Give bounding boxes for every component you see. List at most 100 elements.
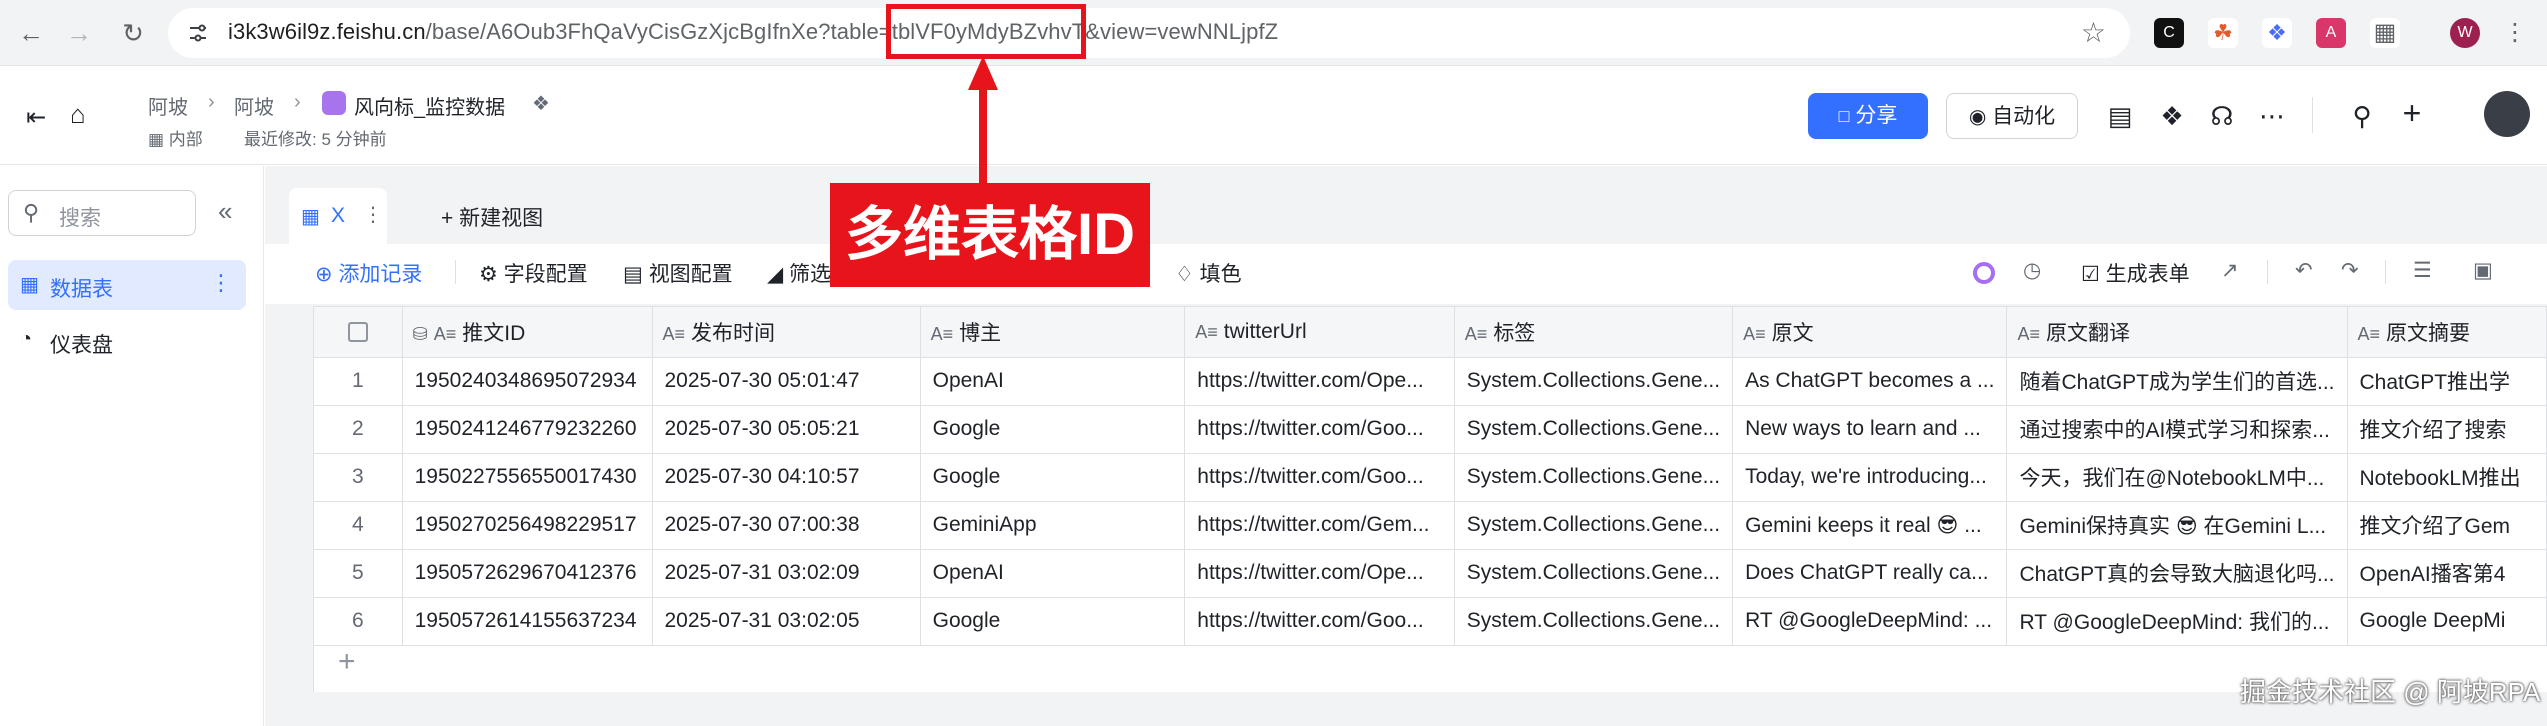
table-cell[interactable]: 推文介绍了搜索 — [2347, 405, 2547, 454]
breadcrumb-1[interactable]: 阿坡 — [148, 91, 188, 120]
table-cell[interactable]: Gemini keeps it real 😎 ... — [1732, 501, 2008, 550]
table-cell[interactable]: OpenAI — [920, 549, 1186, 598]
table-cell[interactable]: System.Collections.Gene... — [1454, 501, 1734, 550]
sidebar-search-input[interactable]: ⚲ 搜索 — [8, 190, 196, 236]
table-cell[interactable]: Google — [920, 453, 1186, 502]
browser-menu-icon[interactable]: ⋮ — [2500, 18, 2530, 48]
table-cell[interactable]: OpenAI — [920, 357, 1186, 406]
more-icon[interactable]: ⋯ — [2256, 101, 2288, 132]
select-all-checkbox[interactable] — [347, 322, 368, 343]
add-icon[interactable]: + — [2396, 95, 2428, 132]
table-cell[interactable]: 通过搜索中的AI模式学习和探索... — [2006, 405, 2348, 454]
table-cell[interactable]: https://twitter.com/Gem... — [1184, 501, 1455, 550]
table-cell[interactable]: 1950572629670412376 — [402, 549, 653, 598]
fill-color-button[interactable]: ♢ 填色 — [1175, 258, 1242, 288]
table-cell[interactable]: 1950241246779232260 — [402, 405, 653, 454]
notification-bell-icon[interactable]: ☊ — [2206, 101, 2238, 132]
table-row[interactable]: 3 1950227556550017430 2025-07-30 04:10:5… — [314, 453, 2547, 502]
undo-icon[interactable]: ↶ — [2295, 258, 2313, 283]
tab-view-x[interactable]: ▦ X ⋮ — [289, 188, 387, 244]
extension-translate-icon[interactable]: ☘ — [2208, 18, 2238, 48]
pin-icon[interactable]: ❖ — [532, 91, 550, 116]
profile-avatar[interactable]: W — [2450, 18, 2480, 48]
table-cell[interactable]: Google — [920, 405, 1186, 454]
table-cell[interactable]: ChatGPT真的会导致大脑退化吗... — [2006, 549, 2348, 598]
table-cell[interactable]: System.Collections.Gene... — [1454, 597, 1734, 646]
address-bar[interactable]: i3k3w6il9z.feishu.cn/base/A6Oub3FhQaVyCi… — [168, 8, 2130, 58]
table-cell[interactable]: System.Collections.Gene... — [1454, 357, 1734, 406]
table-cell[interactable]: Does ChatGPT really ca... — [1732, 549, 2008, 598]
add-record-button[interactable]: ⊕ 添加记录 — [315, 258, 422, 288]
comment-icon[interactable]: ▣ — [2473, 258, 2493, 283]
plugin-icon[interactable]: ❖ — [2156, 101, 2188, 132]
sidebar-item-dashboard[interactable]: ◔ 仪表盘 — [8, 316, 246, 366]
generate-form-button[interactable]: ☑ 生成表单 — [2081, 258, 2190, 288]
column-header[interactable]: A≡ 原文摘要 — [2347, 307, 2547, 358]
ai-assistant-icon[interactable] — [1973, 262, 1995, 284]
table-cell[interactable]: RT @GoogleDeepMind: 我们的... — [2006, 597, 2348, 646]
table-row[interactable]: 5 1950572629670412376 2025-07-31 03:02:0… — [314, 549, 2547, 598]
table-cell[interactable]: 推文介绍了Gem — [2347, 501, 2547, 550]
forward-icon[interactable]: → — [62, 16, 96, 50]
table-cell[interactable]: ChatGPT推出学 — [2347, 357, 2547, 406]
table-cell[interactable]: OpenAI播客第4 — [2347, 549, 2547, 598]
table-cell[interactable]: https://twitter.com/Goo... — [1184, 597, 1455, 646]
table-row[interactable]: 1 1950240348695072934 2025-07-30 05:01:4… — [314, 357, 2547, 406]
table-cell[interactable]: GeminiApp — [920, 501, 1186, 550]
table-row[interactable]: 6 1950572614155637234 2025-07-31 03:02:0… — [314, 597, 2547, 646]
search-icon[interactable]: ⚲ — [2346, 101, 2378, 132]
column-header[interactable]: A≡ 原文 — [1732, 307, 2008, 358]
reload-icon[interactable]: ↻ — [116, 16, 150, 50]
table-cell[interactable]: Google — [920, 597, 1186, 646]
table-cell[interactable]: 随着ChatGPT成为学生们的首选... — [2006, 357, 2348, 406]
user-avatar[interactable] — [2484, 91, 2530, 137]
column-header[interactable]: A≡ 标签 — [1454, 307, 1734, 358]
extension-c-icon[interactable]: C — [2154, 18, 2184, 48]
search-records-icon[interactable]: ☰ — [2413, 258, 2432, 283]
table-cell[interactable]: 2025-07-30 07:00:38 — [652, 501, 921, 550]
table-row[interactable]: 2 1950241246779232260 2025-07-30 05:05:2… — [314, 405, 2547, 454]
column-header[interactable]: A≡ twitterUrl — [1184, 307, 1455, 358]
site-settings-icon[interactable] — [186, 21, 210, 45]
table-cell[interactable]: System.Collections.Gene... — [1454, 549, 1734, 598]
extensions-puzzle-icon[interactable]: ▦ — [2370, 18, 2400, 48]
table-cell[interactable]: https://twitter.com/Goo... — [1184, 405, 1455, 454]
table-cell[interactable]: Today, we're introducing... — [1732, 453, 2008, 502]
column-header[interactable]: ⛁ A≡ 推文ID — [402, 307, 653, 358]
back-icon[interactable]: ← — [14, 16, 48, 50]
extension-assistant-icon[interactable]: ❖ — [2262, 18, 2292, 48]
new-view-button[interactable]: + 新建视图 — [441, 202, 543, 232]
bookmark-star-icon[interactable]: ☆ — [2081, 16, 2106, 49]
table-cell[interactable]: RT @GoogleDeepMind: ... — [1732, 597, 2008, 646]
table-cell[interactable]: NotebookLM推出 — [2347, 453, 2547, 502]
redo-icon[interactable]: ↷ — [2341, 258, 2359, 283]
table-cell[interactable]: Google DeepMi — [2347, 597, 2547, 646]
share-view-icon[interactable]: ↗ — [2221, 258, 2239, 283]
column-header[interactable]: A≡ 发布时间 — [652, 307, 921, 358]
table-cell[interactable]: New ways to learn and ... — [1732, 405, 2008, 454]
table-cell[interactable]: 2025-07-30 04:10:57 — [652, 453, 921, 502]
table-cell[interactable]: As ChatGPT becomes a ... — [1732, 357, 2008, 406]
history-icon[interactable]: ◷ — [2023, 258, 2041, 283]
table-cell[interactable]: 2025-07-31 03:02:09 — [652, 549, 921, 598]
column-header[interactable]: A≡ 原文翻译 — [2006, 307, 2348, 358]
table-cell[interactable]: https://twitter.com/Ope... — [1184, 357, 1455, 406]
filter-button[interactable]: ◢ 筛选 — [767, 258, 831, 288]
add-row-icon[interactable]: + — [338, 645, 356, 679]
table-cell[interactable]: Gemini保持真实 😎 在Gemini L... — [2006, 501, 2348, 550]
column-header[interactable]: A≡ 博主 — [920, 307, 1186, 358]
automation-button[interactable]: ◉ 自动化 — [1946, 93, 2078, 139]
extension-dict-icon[interactable]: A — [2316, 18, 2346, 48]
table-row[interactable]: 4 1950270256498229517 2025-07-30 07:00:3… — [314, 501, 2547, 550]
collapse-sidebar-icon[interactable]: ⇤ — [26, 103, 46, 132]
share-button[interactable]: □ 分享 — [1808, 93, 1928, 139]
table-cell[interactable]: https://twitter.com/Ope... — [1184, 549, 1455, 598]
table-cell[interactable]: 1950227556550017430 — [402, 453, 653, 502]
document-title[interactable]: 风向标_监控数据 — [354, 91, 505, 120]
table-cell[interactable]: 1950240348695072934 — [402, 357, 653, 406]
breadcrumb-2[interactable]: 阿坡 — [234, 91, 274, 120]
collapse-panel-icon[interactable]: « — [218, 196, 232, 227]
document-icon[interactable]: ▤ — [2104, 101, 2136, 132]
more-vertical-icon[interactable]: ⋮ — [210, 270, 232, 296]
table-cell[interactable]: 1950270256498229517 — [402, 501, 653, 550]
